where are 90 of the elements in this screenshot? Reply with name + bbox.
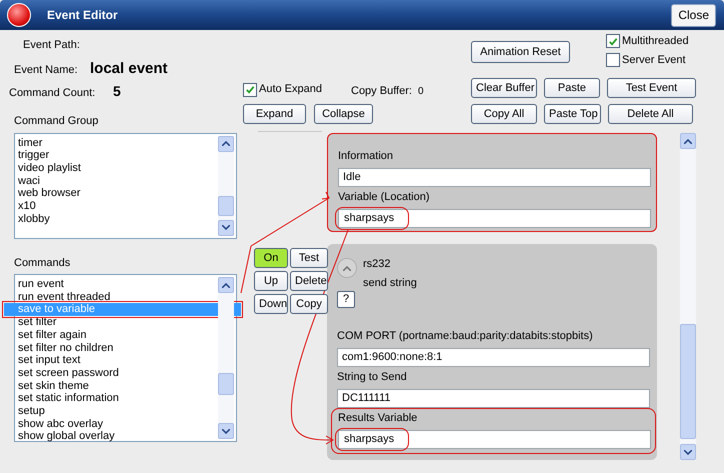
- field-label: Event Path:: [23, 38, 81, 53]
- scrollbar[interactable]: [680, 133, 696, 460]
- scroll-up-button[interactable]: [680, 133, 696, 149]
- scrollbar-thumb[interactable]: [218, 196, 234, 216]
- list-box[interactable]: timer trigger video playlist waci web browser x10 xlobby: [14, 132, 237, 238]
- scroll-up-button[interactable]: [218, 136, 234, 152]
- list-item[interactable]: xlobby: [18, 212, 218, 226]
- list-item[interactable]: waci: [18, 174, 218, 188]
- caret-down-icon: [222, 225, 230, 230]
- checkbox-label: Server Event: [622, 52, 686, 68]
- event-name: local event: [90, 58, 168, 78]
- checkbox[interactable]: [606, 34, 620, 48]
- button[interactable]: Test: [290, 248, 328, 268]
- button[interactable]: Copy All: [471, 104, 537, 124]
- scrollbar[interactable]: [218, 136, 234, 236]
- field-label: String to Send: [337, 370, 408, 385]
- button[interactable]: Expand: [243, 104, 306, 124]
- field-value: DC111111: [341, 391, 392, 406]
- checkbox[interactable]: [243, 82, 257, 96]
- command-category: rs232: [363, 258, 392, 271]
- scrollbar[interactable]: [218, 277, 234, 439]
- field-label: COM PORT (portname:baud:parity:databits:stopbits): [337, 329, 594, 344]
- list-item[interactable]: set static information: [18, 392, 218, 406]
- field-label: Results Variable: [338, 411, 418, 426]
- command-name: send string: [363, 277, 417, 290]
- close-button[interactable]: Close: [671, 4, 716, 26]
- caret-down-icon: [222, 428, 230, 434]
- scroll-up-button[interactable]: [218, 277, 234, 293]
- caret-up-icon: [343, 266, 351, 270]
- field-label: Variable (Location): [338, 190, 431, 205]
- list-item[interactable]: show abc overlay: [18, 418, 218, 430]
- field-label: Copy Buffer:: [351, 84, 412, 99]
- list-item[interactable]: set skin theme: [18, 380, 218, 392]
- scroll-down-button[interactable]: [680, 444, 696, 460]
- leader-line: [240, 246, 252, 294]
- copy-buffer-count: 0: [418, 84, 424, 98]
- input-field[interactable]: Idle: [338, 168, 651, 187]
- command-count: 5: [113, 82, 121, 101]
- caret-up-icon: [222, 141, 230, 146]
- checkbox-label: Auto Expand: [259, 82, 322, 98]
- input-field[interactable]: sharpsays: [338, 209, 651, 228]
- button[interactable]: Up: [254, 271, 288, 291]
- list-item[interactable]: set input text: [18, 354, 218, 367]
- list-item[interactable]: video playlist: [18, 162, 218, 175]
- collapse-button[interactable]: [337, 258, 357, 278]
- button[interactable]: Clear Buffer: [471, 78, 537, 98]
- help-button[interactable]: ?: [337, 291, 355, 308]
- list-item[interactable]: run event: [18, 278, 218, 291]
- field-label: Event Name:: [14, 62, 79, 78]
- caret-down-icon: [684, 450, 692, 454]
- caret-up-icon: [684, 138, 692, 144]
- list-item[interactable]: timer: [18, 136, 218, 150]
- scroll-down-button[interactable]: [218, 423, 234, 439]
- field-value: sharpsays: [335, 207, 410, 230]
- list-item[interactable]: web browser: [18, 187, 218, 200]
- scrollbar-thumb[interactable]: [680, 324, 696, 439]
- field-value: sharpsays: [335, 428, 410, 451]
- scroll-down-button[interactable]: [218, 220, 234, 236]
- input-field[interactable]: sharpsays: [338, 430, 651, 449]
- list-item[interactable]: show global overlay: [18, 430, 218, 444]
- field-value: com1:9600:none:8:1: [341, 350, 444, 366]
- button[interactable]: Delete All: [608, 104, 693, 124]
- field-label: Command Count:: [9, 86, 96, 101]
- input-field[interactable]: DC111111: [337, 389, 650, 408]
- checkbox[interactable]: [606, 52, 620, 67]
- caret-up-icon: [222, 282, 230, 288]
- button[interactable]: Copy: [290, 294, 328, 314]
- list-item[interactable]: set filter again: [18, 328, 218, 342]
- button[interactable]: Collapse: [314, 104, 373, 124]
- list-item[interactable]: set screen password: [18, 366, 218, 380]
- button[interactable]: Paste: [544, 78, 600, 98]
- list-item[interactable]: trigger: [18, 149, 218, 162]
- list-label: Commands: [14, 256, 72, 270]
- field-label: Information: [338, 149, 394, 164]
- field-value: Idle: [342, 170, 362, 186]
- list-item[interactable]: run event threaded: [18, 290, 218, 304]
- list-label: Command Group: [14, 114, 100, 129]
- list-item[interactable]: setup: [18, 405, 218, 418]
- window-title: Event Editor: [47, 7, 118, 24]
- scrollbar-thumb[interactable]: [218, 373, 234, 395]
- list-item[interactable]: set filter no children: [18, 342, 218, 354]
- button[interactable]: On: [254, 248, 288, 268]
- list-item[interactable]: x10: [18, 200, 218, 213]
- button[interactable]: Animation Reset: [471, 41, 570, 63]
- checkbox-label: Multithreaded: [622, 34, 689, 49]
- button[interactable]: Paste Top: [544, 104, 601, 124]
- button[interactable]: Delete: [290, 271, 328, 291]
- input-field[interactable]: com1:9600:none:8:1: [337, 348, 650, 367]
- button[interactable]: Test Event: [607, 78, 696, 98]
- button[interactable]: Down: [254, 294, 288, 314]
